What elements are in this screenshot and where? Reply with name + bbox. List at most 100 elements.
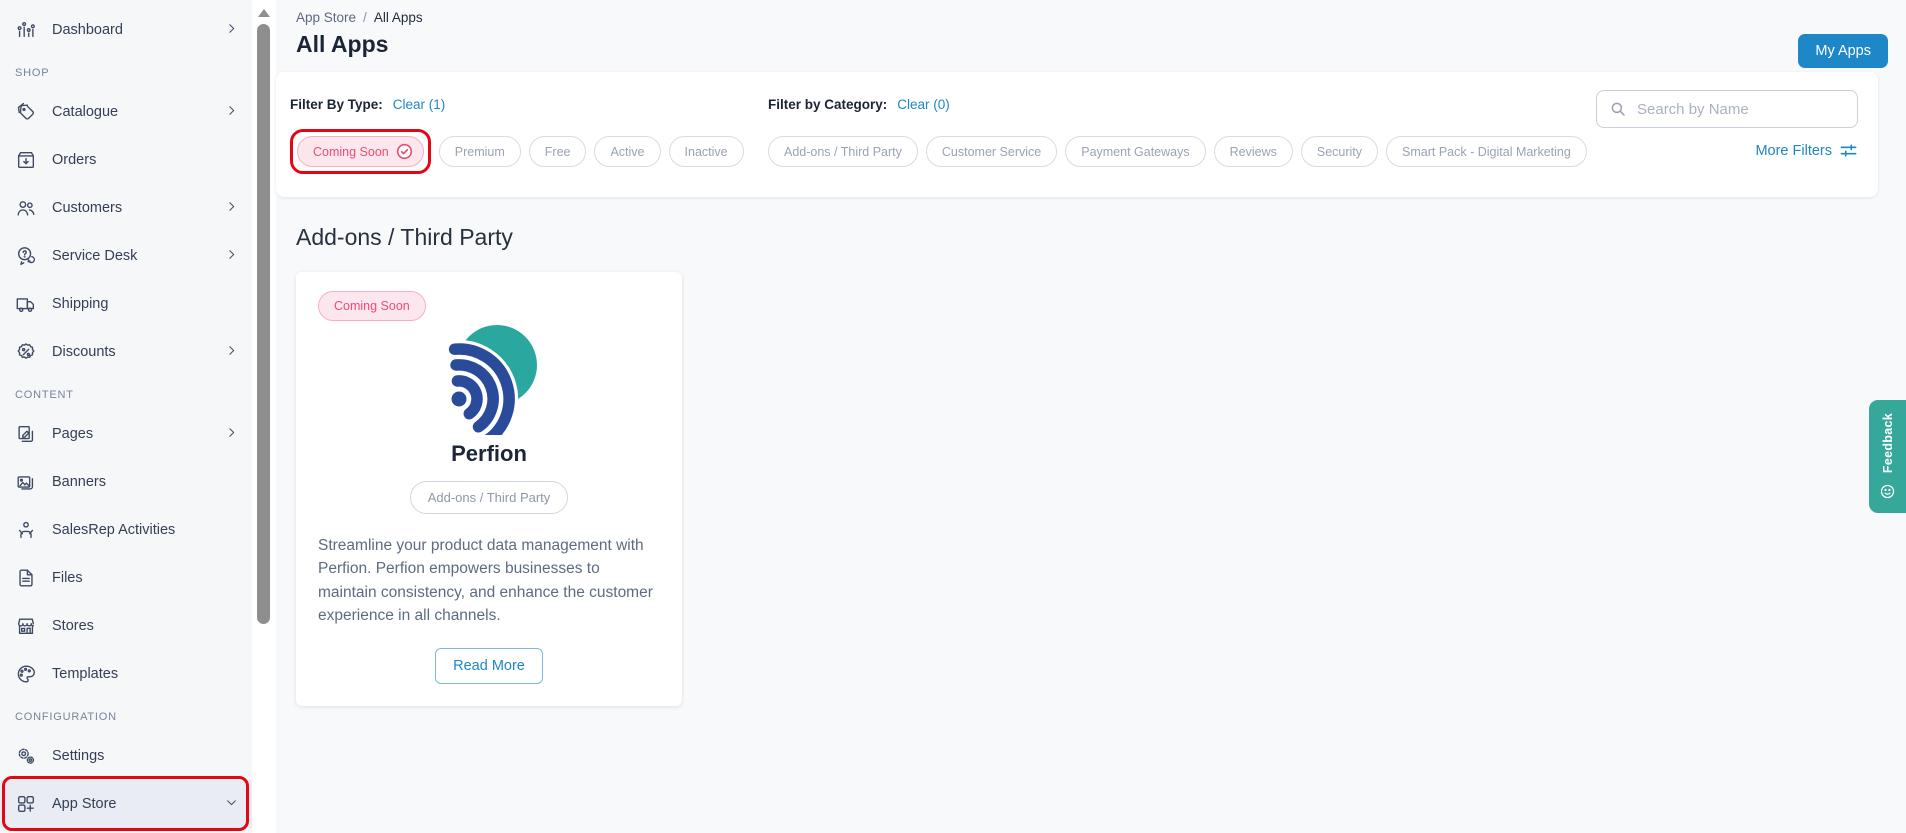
- filter-chip-free[interactable]: Free: [528, 136, 587, 167]
- scrollbar-thumb[interactable]: [257, 24, 270, 624]
- sidebar-item-pages[interactable]: Pages: [0, 410, 252, 458]
- filter-group-search: More Filters: [1596, 90, 1858, 160]
- filter-type-clear-link[interactable]: Clear (1): [393, 97, 446, 112]
- sidebar-item-label: Catalogue: [52, 104, 119, 120]
- section-heading: Add-ons / Third Party: [296, 224, 513, 250]
- filter-chip-smart-pack-digital-marketing[interactable]: Smart Pack - Digital Marketing: [1386, 136, 1587, 167]
- sidebar-section-configuration: CONFIGURATION: [15, 711, 117, 723]
- chevron-right-icon: [225, 22, 238, 39]
- app-card-perfion: Coming Soon Perfion Add-ons / Third Part…: [296, 272, 682, 706]
- filter-chip-active[interactable]: Active: [594, 136, 661, 167]
- storefront-icon: [15, 615, 37, 637]
- gear-icon: [15, 745, 37, 767]
- filter-group-category: Filter by Category: Clear (0) Add-ons / …: [768, 97, 1596, 167]
- sidebar-section-shop: SHOP: [15, 67, 50, 79]
- sidebar-item-dashboard[interactable]: Dashboard: [0, 6, 252, 54]
- customers-icon: [15, 197, 37, 219]
- dashboard-icon: [15, 19, 37, 41]
- chevron-right-icon: [225, 344, 238, 361]
- sidebar-item-label: Banners: [52, 474, 107, 490]
- app-store-grid-icon: [15, 793, 37, 815]
- sidebar-item-catalogue[interactable]: Catalogue: [0, 88, 252, 136]
- coming-soon-badge: Coming Soon: [318, 291, 426, 321]
- sidebar-item-service-desk[interactable]: Service Desk: [0, 232, 252, 280]
- check-circle-icon: [396, 143, 412, 160]
- sidebar-item-banners[interactable]: Banners: [0, 458, 252, 506]
- sidebar-item-shipping[interactable]: Shipping: [0, 280, 252, 328]
- chevron-right-icon: [225, 200, 238, 217]
- coming-soon-chip-wrap: Coming Soon: [290, 129, 431, 174]
- sidebar-item-label: Service Desk: [52, 248, 138, 264]
- salesrep-icon: [15, 519, 37, 541]
- more-filters-label: More Filters: [1755, 142, 1832, 159]
- perfion-logo: [318, 323, 660, 449]
- app-category-chip: Add-ons / Third Party: [409, 481, 569, 514]
- filter-panel: Filter By Type: Clear (1) Coming Soon Pr…: [276, 72, 1878, 197]
- filter-chip-payment-gateways[interactable]: Payment Gateways: [1065, 136, 1206, 167]
- filter-chip-inactive[interactable]: Inactive: [668, 136, 744, 167]
- sidebar-item-label: SalesRep Activities: [52, 522, 176, 538]
- sidebar-item-label: Pages: [52, 426, 94, 442]
- scrollbar-up-arrow-icon[interactable]: [258, 9, 270, 17]
- sidebar-item-label: Files: [52, 570, 83, 586]
- app-name: Perfion: [451, 441, 527, 466]
- sidebar-item-label: Discounts: [52, 344, 116, 360]
- sidebar-section-content: CONTENT: [15, 389, 74, 401]
- main-content: App Store / All Apps All Apps My Apps Filt…: [276, 0, 1906, 833]
- sidebar-item-salesrep-activities[interactable]: SalesRep Activities: [0, 506, 252, 554]
- sidebar-item-settings[interactable]: Settings: [0, 732, 252, 780]
- breadcrumb-app-store[interactable]: App Store: [296, 10, 356, 25]
- palette-icon: [15, 663, 37, 685]
- sidebar-item-files[interactable]: Files: [0, 554, 252, 602]
- filter-category-clear-link[interactable]: Clear (0): [897, 97, 950, 112]
- sidebar-item-label: Settings: [52, 748, 105, 764]
- sidebar-item-label: App Store: [52, 796, 117, 812]
- filter-chip-security[interactable]: Security: [1300, 136, 1379, 167]
- order-box-icon: [15, 149, 37, 171]
- truck-icon: [15, 293, 37, 315]
- page-title: All Apps: [296, 31, 389, 57]
- sidebar-item-templates[interactable]: Templates: [0, 650, 252, 698]
- filter-chip-coming-soon[interactable]: Coming Soon: [297, 136, 424, 167]
- chevron-right-icon: [225, 248, 238, 265]
- sliders-icon: [1840, 144, 1857, 157]
- search-icon: [1611, 102, 1625, 116]
- sidebar-item-orders[interactable]: Orders: [0, 136, 252, 184]
- sidebar-item-label: Dashboard: [52, 22, 123, 38]
- breadcrumb-all-apps: All Apps: [373, 10, 423, 25]
- pages-icon: [15, 423, 37, 445]
- tags-icon: [15, 101, 37, 123]
- read-more-button[interactable]: Read More: [435, 648, 543, 684]
- filter-chip-customer-service[interactable]: Customer Service: [925, 136, 1058, 167]
- image-stack-icon: [15, 471, 37, 493]
- filter-group-type: Filter By Type: Clear (1) Coming Soon Pr…: [290, 97, 768, 174]
- feedback-tab[interactable]: Feedback: [1869, 400, 1906, 513]
- breadcrumb-separator: /: [363, 10, 367, 25]
- files-icon: [15, 567, 37, 589]
- search-input[interactable]: [1635, 99, 1845, 119]
- smiley-icon: [1880, 484, 1895, 498]
- filter-chip-reviews[interactable]: Reviews: [1213, 136, 1293, 167]
- sidebar-item-app-store[interactable]: App Store: [0, 780, 252, 828]
- filter-chip-premium[interactable]: Premium: [438, 136, 521, 167]
- help-bubble-icon: [15, 245, 37, 267]
- sidebar-scrollbar: [252, 0, 276, 833]
- more-filters-link[interactable]: More Filters: [1596, 141, 1858, 160]
- chevron-right-icon: [225, 104, 238, 121]
- search-box: [1596, 90, 1858, 128]
- sidebar-item-label: Templates: [52, 666, 119, 682]
- sidebar-item-customers[interactable]: Customers: [0, 184, 252, 232]
- chip-label: Coming Soon: [313, 144, 389, 159]
- breadcrumb: App Store / All Apps: [296, 10, 1906, 25]
- discount-badge-icon: [15, 341, 37, 363]
- sidebar-item-stores[interactable]: Stores: [0, 602, 252, 650]
- sidebar-item-label: Stores: [52, 618, 94, 634]
- sidebar-item-discounts[interactable]: Discounts: [0, 328, 252, 376]
- sidebar-item-label: Orders: [52, 152, 97, 168]
- sidebar-item-label: Shipping: [52, 296, 109, 312]
- filter-type-label: Filter By Type:: [290, 97, 383, 112]
- chevron-right-icon: [225, 426, 238, 443]
- feedback-label: Feedback: [1880, 413, 1895, 474]
- filter-chip-addons-third-party[interactable]: Add-ons / Third Party: [768, 136, 918, 167]
- my-apps-button[interactable]: My Apps: [1798, 34, 1888, 68]
